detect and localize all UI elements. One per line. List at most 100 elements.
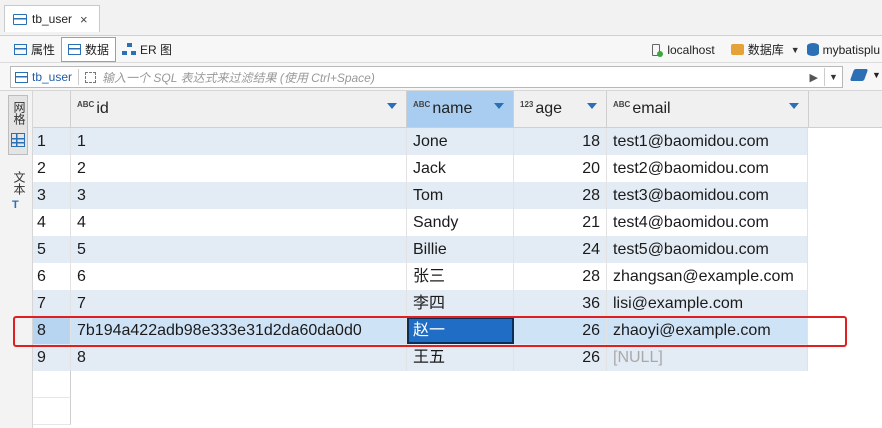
cell-id[interactable]: 4 — [71, 209, 407, 236]
table-row[interactable]: 3 3 Tom 28 test3@baomidou.com — [33, 182, 808, 209]
chevron-down-icon[interactable]: ▼ — [791, 45, 800, 55]
row-number[interactable]: 3 — [33, 182, 71, 209]
text-type-icon: ABC — [413, 99, 431, 109]
cell-id[interactable]: 6 — [71, 263, 407, 290]
cell-id[interactable]: 5 — [71, 236, 407, 263]
column-header-id[interactable]: ABC id — [71, 91, 407, 128]
cell-id[interactable]: 8 — [71, 344, 407, 371]
sort-icon[interactable] — [387, 103, 397, 109]
filter-bar: tb_user 输入一个 SQL 表达式来过滤结果 (使用 Ctrl+Space… — [0, 63, 882, 91]
sort-icon[interactable] — [587, 103, 597, 109]
column-header-age[interactable]: 123 age — [514, 91, 607, 128]
grid-view-label: 网格 — [12, 101, 26, 125]
row-number[interactable]: 4 — [33, 209, 71, 236]
tab-er-diagram[interactable]: ER 图 — [116, 37, 178, 62]
database-icon — [730, 44, 744, 55]
row-number[interactable]: 2 — [33, 155, 71, 182]
cell-id[interactable]: 1 — [71, 128, 407, 155]
cell-name[interactable]: 王五 — [407, 344, 514, 371]
cell-email[interactable]: zhangsan@example.com — [607, 263, 808, 290]
apply-filter-icon[interactable]: ▶ — [810, 71, 818, 84]
cell-email[interactable]: zhaoyi@example.com — [607, 317, 808, 344]
tab-data-label: 数据 — [85, 42, 110, 57]
view-toolbar: 属性 数据 ER 图 localhost 数据库 ▼ mybatisplu — [0, 36, 882, 63]
table-row[interactable]: 5 5 Billie 24 test5@baomidou.com — [33, 236, 808, 263]
cell-id[interactable]: 2 — [71, 155, 407, 182]
cell-age[interactable]: 36 — [514, 290, 607, 317]
cell-age[interactable]: 24 — [514, 236, 607, 263]
column-name: email — [632, 100, 671, 117]
eraser-icon[interactable] — [849, 69, 869, 81]
text-type-icon: ABC — [613, 99, 631, 109]
column-header-email[interactable]: ABC email — [607, 91, 809, 128]
cell-age[interactable]: 26 — [514, 317, 607, 344]
cell-age[interactable]: 21 — [514, 209, 607, 236]
table-row[interactable]: 1 1 Jone 18 test1@baomidou.com — [33, 128, 808, 155]
cell-email[interactable]: test3@baomidou.com — [607, 182, 808, 209]
schema-label[interactable]: mybatisplu — [823, 43, 880, 57]
er-diagram-icon — [122, 43, 137, 55]
cell-name[interactable]: Sandy — [407, 209, 514, 236]
row-number[interactable]: 6 — [33, 263, 71, 290]
host-label[interactable]: localhost — [667, 43, 714, 57]
cell-name[interactable]: 张三 — [407, 263, 514, 290]
tab-data[interactable]: 数据 — [61, 36, 117, 62]
grid-icon[interactable] — [11, 133, 25, 147]
database-label[interactable]: 数据库 — [748, 41, 784, 58]
text-view-label[interactable]: 文本 — [11, 171, 26, 195]
cell-email[interactable]: test2@baomidou.com — [607, 155, 808, 182]
empty-gutter — [33, 398, 71, 425]
cell-email[interactable]: test1@baomidou.com — [607, 128, 808, 155]
cell-name[interactable]: Jone — [407, 128, 514, 155]
cell-age[interactable]: 28 — [514, 182, 607, 209]
chevron-down-icon[interactable]: ▼ — [872, 70, 881, 80]
row-number[interactable]: 7 — [33, 290, 71, 317]
tab-er-label: ER 图 — [140, 42, 173, 57]
cell-age[interactable]: 20 — [514, 155, 607, 182]
text-view-icon[interactable]: T — [12, 199, 24, 211]
cell-id[interactable]: 3 — [71, 182, 407, 209]
filter-table-label: tb_user — [32, 70, 73, 84]
column-name: id — [96, 100, 109, 117]
cell-name[interactable]: Jack — [407, 155, 514, 182]
table-row[interactable]: 2 2 Jack 20 test2@baomidou.com — [33, 155, 808, 182]
table-row[interactable]: 9 8 王五 26 [NULL] — [33, 344, 808, 371]
row-number[interactable]: 8 — [33, 317, 71, 344]
schema-icon — [806, 43, 819, 56]
table-row[interactable]: 4 4 Sandy 21 test4@baomidou.com — [33, 209, 808, 236]
expand-icon[interactable] — [85, 71, 97, 83]
empty-gutter — [33, 371, 71, 398]
tab-tb-user[interactable]: tb_user × — [4, 5, 100, 32]
table-row[interactable]: 6 6 张三 28 zhangsan@example.com — [33, 263, 808, 290]
cell-email-null[interactable]: [NULL] — [607, 344, 808, 371]
sort-icon[interactable] — [789, 103, 799, 109]
column-header-name[interactable]: ABC name — [407, 91, 514, 128]
column-header-filler — [809, 91, 882, 128]
filter-input[interactable]: tb_user 输入一个 SQL 表达式来过滤结果 (使用 Ctrl+Space… — [10, 66, 843, 88]
cell-id[interactable]: 7b194a422adb98e333e31d2da60da0d0 — [71, 317, 407, 344]
cell-email[interactable]: test4@baomidou.com — [607, 209, 808, 236]
close-icon[interactable]: × — [80, 12, 88, 27]
grid-corner[interactable] — [33, 91, 71, 128]
row-number[interactable]: 5 — [33, 236, 71, 263]
host-icon — [649, 43, 664, 57]
cell-name[interactable]: 李四 — [407, 290, 514, 317]
cell-age[interactable]: 28 — [514, 263, 607, 290]
cell-email[interactable]: test5@baomidou.com — [607, 236, 808, 263]
cell-name-selected[interactable]: 赵一 — [407, 317, 514, 344]
table-row[interactable]: 7 7 李四 36 lisi@example.com — [33, 290, 808, 317]
table-row-current[interactable]: 8 7b194a422adb98e333e31d2da60da0d0 赵一 26… — [33, 317, 808, 344]
cell-email[interactable]: lisi@example.com — [607, 290, 808, 317]
row-number[interactable]: 1 — [33, 128, 71, 155]
sort-icon[interactable] — [494, 103, 504, 109]
filter-placeholder[interactable]: 输入一个 SQL 表达式来过滤结果 (使用 Ctrl+Space) — [102, 69, 810, 86]
cell-id[interactable]: 7 — [71, 290, 407, 317]
filter-history-dropdown[interactable]: ▼ — [824, 68, 842, 86]
number-type-icon: 123 — [520, 99, 534, 109]
cell-name[interactable]: Tom — [407, 182, 514, 209]
cell-age[interactable]: 18 — [514, 128, 607, 155]
tab-properties[interactable]: 属性 — [8, 37, 61, 62]
row-number[interactable]: 9 — [33, 344, 71, 371]
cell-name[interactable]: Billie — [407, 236, 514, 263]
cell-age[interactable]: 26 — [514, 344, 607, 371]
